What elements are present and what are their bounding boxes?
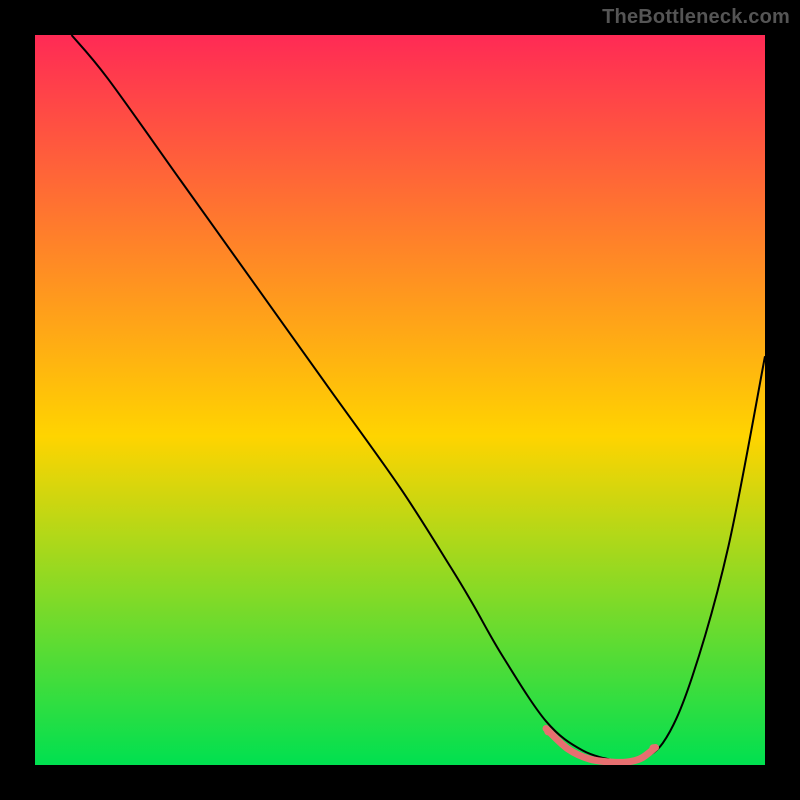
watermark-text: TheBottleneck.com (602, 6, 790, 29)
valley-dot (544, 727, 552, 735)
plot-area (35, 35, 765, 765)
plot-svg (35, 35, 765, 765)
chart-frame: TheBottleneck.com (0, 0, 800, 800)
valley-dot (649, 744, 657, 752)
gradient-bg (35, 35, 765, 765)
